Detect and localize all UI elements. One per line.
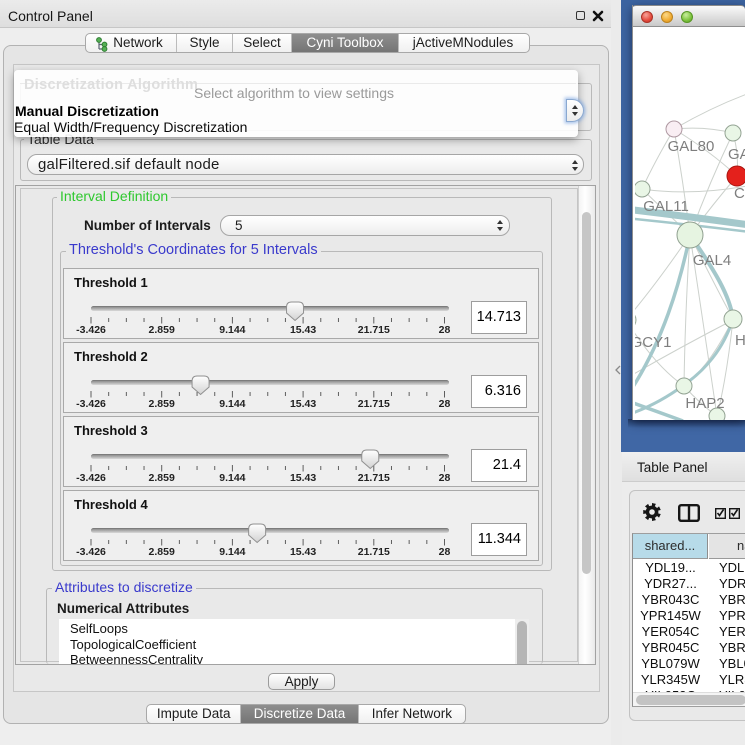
svg-text:H: H xyxy=(735,332,745,349)
svg-text:GAL4: GAL4 xyxy=(693,252,731,269)
svg-text:GAL11: GAL11 xyxy=(643,198,689,215)
svg-text:GAL80: GAL80 xyxy=(668,138,715,155)
svg-text:GCY1: GCY1 xyxy=(635,334,671,351)
svg-text:C: C xyxy=(734,185,745,202)
svg-text:HAP2: HAP2 xyxy=(685,395,724,412)
svg-text:GA: GA xyxy=(728,146,745,163)
